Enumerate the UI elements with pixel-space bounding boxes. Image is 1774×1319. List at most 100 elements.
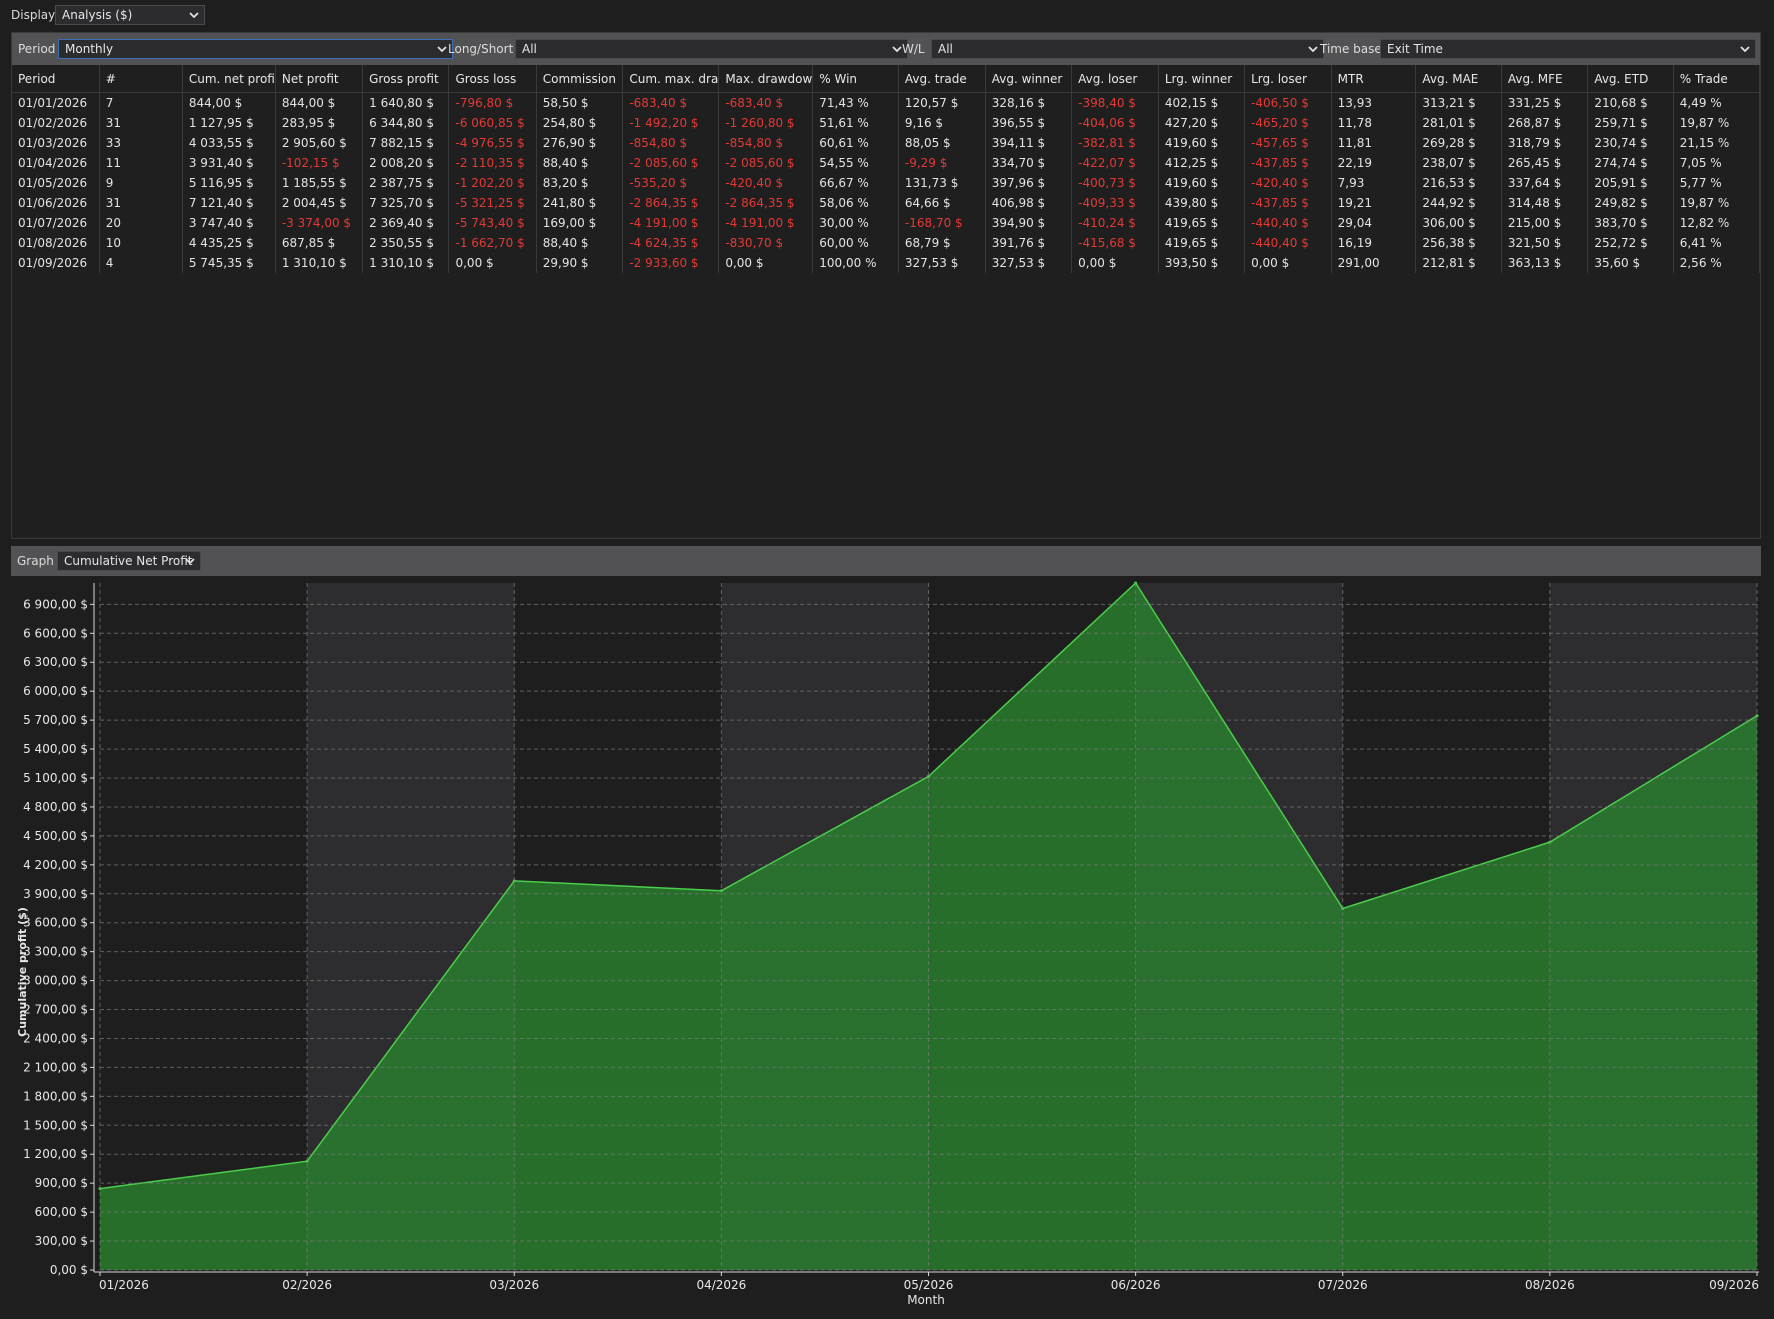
- period-select[interactable]: Monthly: [58, 39, 453, 59]
- table-cell: 60,00 %: [812, 233, 899, 253]
- x-axis-label: Month: [907, 1293, 945, 1307]
- table-cell: -5 743,40 $: [448, 213, 537, 233]
- table-cell: 391,76 $: [985, 233, 1073, 253]
- table-cell: -2 085,60 $: [622, 153, 720, 173]
- column-header[interactable]: Avg. MAE: [1415, 65, 1502, 93]
- table-cell: 100,00 %: [812, 253, 899, 273]
- column-header[interactable]: MTR: [1331, 65, 1417, 93]
- column-header[interactable]: Cum. net profi: [182, 65, 276, 93]
- table-row[interactable]: 01/07/2026 20 3 747,40 $ -3 374,00 $2 369,4…: [12, 213, 1761, 233]
- table-row[interactable]: 01/09/2026 4 5 745,35 $1 310,10 $1 310,10 …: [12, 253, 1761, 273]
- table-cell: -830,70 $: [718, 233, 814, 253]
- table-cell: -1 202,20 $: [448, 173, 537, 193]
- column-header[interactable]: Lrg. winner: [1158, 65, 1246, 93]
- table-cell: 419,60 $: [1158, 133, 1246, 153]
- column-header[interactable]: Avg. loser: [1071, 65, 1159, 93]
- table-cell: 6,41 %: [1673, 233, 1761, 253]
- column-header[interactable]: Net profit: [275, 65, 364, 93]
- table-cell: 216,53 $: [1415, 173, 1502, 193]
- table-cell: 7,93: [1331, 173, 1417, 193]
- table-cell: 01/07/2026: [12, 213, 100, 233]
- table-cell: 3 931,40 $: [182, 153, 276, 173]
- table-cell: 7 121,40 $: [182, 193, 276, 213]
- y-axis: 0,00 $ 300,00 $ 600,00 $ 900,00 $ 1 200,00 $…: [23, 583, 95, 1277]
- column-header[interactable]: % Trade: [1673, 65, 1761, 93]
- table-cell: -168,70 $: [898, 213, 986, 233]
- column-header[interactable]: Cum. max. dra: [622, 65, 720, 93]
- table-cell: 5,77 %: [1673, 173, 1761, 193]
- table-row[interactable]: 01/01/2026 7 844,00 $844,00 $1 640,80 $ -79…: [12, 92, 1761, 113]
- table-row[interactable]: 01/08/2026 10 4 435,25 $687,85 $2 350,55 $…: [12, 233, 1761, 253]
- table-cell: 256,38 $: [1415, 233, 1502, 253]
- graph-select[interactable]: Cumulative Net Profit: [57, 551, 201, 571]
- column-header[interactable]: Avg. ETD: [1587, 65, 1674, 93]
- table-cell: -422,07 $: [1071, 153, 1159, 173]
- table-cell: 276,90 $: [536, 133, 624, 153]
- table-cell: 60,61 %: [812, 133, 899, 153]
- column-header[interactable]: Gross profit: [362, 65, 450, 93]
- y-tick-label: 6 000,00 $: [23, 684, 88, 698]
- table-cell: 01/04/2026: [12, 153, 100, 173]
- table-cell: 363,13 $: [1501, 253, 1589, 273]
- table-cell: -3 374,00 $: [275, 213, 364, 233]
- column-header[interactable]: Lrg. loser: [1244, 65, 1332, 93]
- column-header[interactable]: Avg. trade: [898, 65, 986, 93]
- table-cell: 393,50 $: [1158, 253, 1246, 273]
- y-tick-label: 3 300,00 $: [23, 945, 88, 959]
- y-tick-label: 1 800,00 $: [23, 1089, 88, 1103]
- table-cell: 212,81 $: [1415, 253, 1502, 273]
- longshort-select[interactable]: All: [515, 39, 908, 59]
- y-tick-label: 900,00 $: [35, 1176, 88, 1190]
- table-cell: 1 127,95 $: [182, 113, 276, 133]
- table-row[interactable]: 01/05/2026 9 5 116,95 $1 185,55 $2 387,75 …: [12, 173, 1761, 193]
- table-row[interactable]: 01/03/2026 33 4 033,55 $2 905,60 $7 882,15…: [12, 133, 1761, 153]
- y-tick-label: 0,00 $: [50, 1263, 88, 1277]
- display-select[interactable]: Analysis ($): [55, 5, 205, 25]
- table-row[interactable]: 01/04/2026 11 3 931,40 $ -102,15 $2 008,20 …: [12, 153, 1761, 173]
- table-cell: -457,65 $: [1244, 133, 1332, 153]
- period-select-value: Monthly: [65, 42, 114, 56]
- y-tick-label: 300,00 $: [35, 1234, 88, 1248]
- column-header[interactable]: Max. drawdow: [718, 65, 814, 93]
- table-cell: 331,25 $: [1501, 92, 1589, 113]
- table-cell: 327,53 $: [985, 253, 1073, 273]
- chevron-down-icon: [1740, 46, 1750, 53]
- column-header[interactable]: Avg. winner: [985, 65, 1073, 93]
- table-cell: 2 387,75 $: [362, 173, 450, 193]
- column-header[interactable]: Avg. MFE: [1501, 65, 1589, 93]
- y-tick-label: 2 100,00 $: [23, 1060, 88, 1074]
- table-cell: -6 060,85 $: [448, 113, 537, 133]
- timebase-select[interactable]: Exit Time: [1380, 39, 1756, 59]
- table-cell: 327,53 $: [898, 253, 986, 273]
- table-cell: 4,49 %: [1673, 92, 1761, 113]
- table-cell: 64,66 $: [898, 193, 986, 213]
- table-cell: 71,43 %: [812, 92, 899, 113]
- table-cell: 419,65 $: [1158, 233, 1246, 253]
- y-tick-label: 4 200,00 $: [23, 858, 88, 872]
- column-header[interactable]: Commission: [536, 65, 624, 93]
- column-header[interactable]: Period: [12, 65, 100, 93]
- table-cell: 01/05/2026: [12, 173, 100, 193]
- wl-select[interactable]: All: [931, 39, 1324, 59]
- table-row[interactable]: 01/02/2026 31 1 127,95 $283,95 $6 344,80 $…: [12, 113, 1761, 133]
- y-tick-label: 2 400,00 $: [23, 1031, 88, 1045]
- table-cell: 274,74 $: [1587, 153, 1674, 173]
- column-header[interactable]: #: [99, 65, 183, 93]
- y-tick-label: 5 400,00 $: [23, 742, 88, 756]
- wl-select-value: All: [938, 42, 953, 56]
- table-cell: -437,85 $: [1244, 193, 1332, 213]
- table-row[interactable]: 01/06/2026 31 7 121,40 $2 004,45 $7 325,70…: [12, 193, 1761, 213]
- table-cell: 281,01 $: [1415, 113, 1502, 133]
- table-cell: 16,19: [1331, 233, 1417, 253]
- column-header[interactable]: Gross loss: [448, 65, 537, 93]
- table-cell: 427,20 $: [1158, 113, 1246, 133]
- analysis-table: Period # Cum. net profi Net profit Gross…: [12, 65, 1761, 273]
- table-cell: 419,60 $: [1158, 173, 1246, 193]
- table-cell: -2 864,35 $: [718, 193, 814, 213]
- table-cell: 269,28 $: [1415, 133, 1502, 153]
- table-cell: 412,25 $: [1158, 153, 1246, 173]
- table-cell: 383,70 $: [1587, 213, 1674, 233]
- column-header[interactable]: % Win: [812, 65, 899, 93]
- table-cell: 9,16 $: [898, 113, 986, 133]
- x-axis: 01/2026 02/2026 03/2026 04/2026 05/2026 06/20…: [94, 1271, 1759, 1292]
